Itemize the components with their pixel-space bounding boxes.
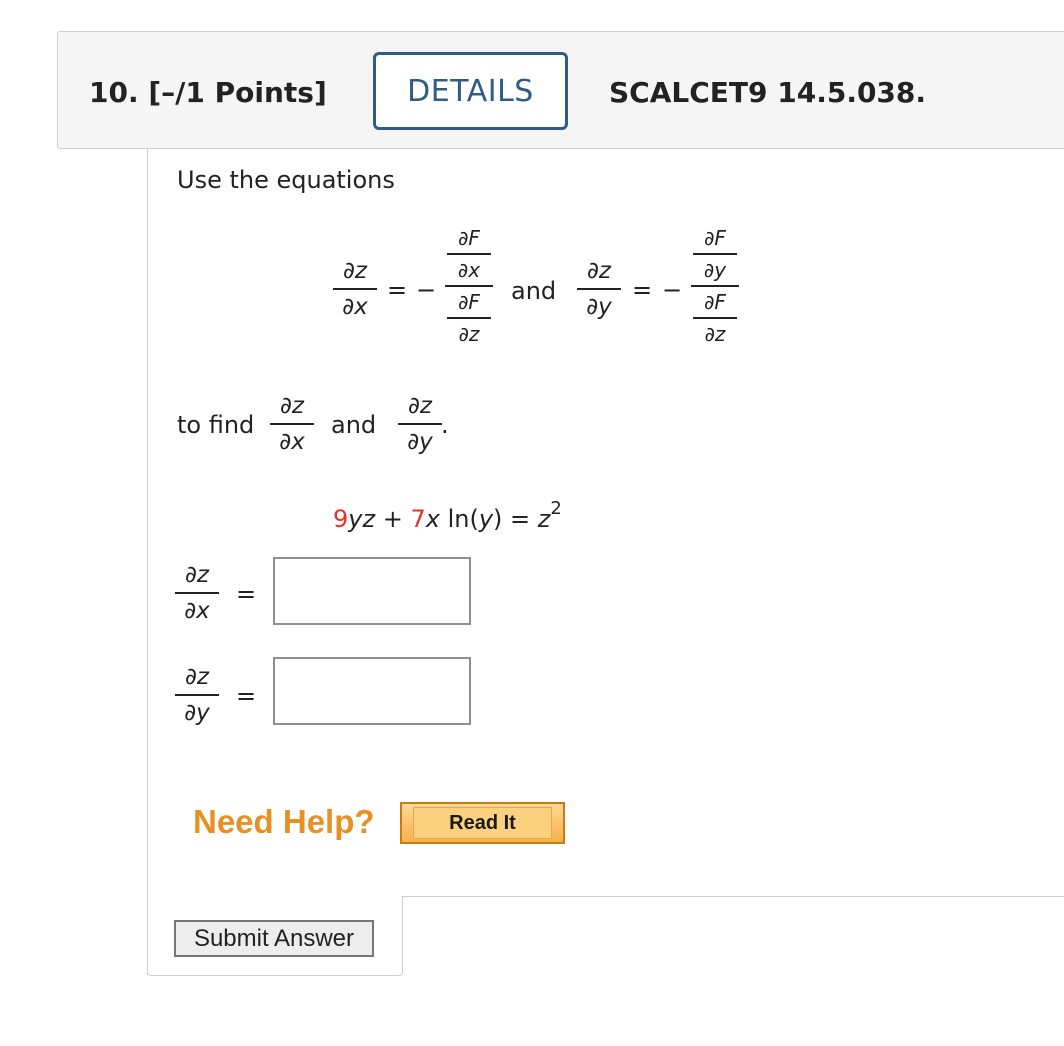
problem-code: SCALCET9 14.5.038. — [609, 76, 927, 109]
question-header: 10. [–/1 Points] DETAILS SCALCET9 14.5.0… — [57, 31, 1064, 149]
minus-sign: − — [416, 276, 437, 304]
points-label: [–/1 Points] — [148, 76, 327, 109]
to-find-dz-dx: ∂z ∂x — [270, 392, 314, 456]
need-help-label: Need Help? — [193, 803, 375, 840]
formula-dz-dy: ∂z ∂y — [577, 257, 621, 321]
answer-label-dz-dx: ∂z ∂x — [175, 561, 219, 625]
details-button[interactable]: DETAILS — [373, 52, 568, 130]
equals-sign: = — [632, 276, 653, 304]
and-word: and — [331, 411, 377, 439]
formula-dF-dx-over-dF-dz: ∂F ∂x ∂F ∂z — [445, 226, 493, 346]
equals-sign: = — [387, 276, 408, 304]
equals-sign: = — [236, 682, 257, 710]
given-equation: 9yz + 7x ln(y) = z2 — [333, 498, 562, 533]
formula-dz-dx: ∂z ∂x — [333, 257, 377, 321]
question-number: 10. — [89, 76, 139, 109]
dz-dy-answer-input[interactable] — [273, 657, 471, 725]
panel-divider — [402, 896, 1064, 897]
formula-dF-dy-over-dF-dz: ∂F ∂y ∂F ∂z — [691, 226, 739, 346]
question-number-points: 10. [–/1 Points] — [89, 76, 327, 109]
equals-sign: = — [236, 580, 257, 608]
submit-answer-button[interactable]: Submit Answer — [174, 920, 374, 957]
to-find-dz-dy: ∂z ∂y — [398, 392, 442, 456]
to-find-text: to find — [177, 411, 255, 439]
intro-text: Use the equations — [177, 166, 395, 194]
read-it-label: Read It — [413, 807, 552, 839]
answer-label-dz-dy: ∂z ∂y — [175, 663, 219, 727]
minus-sign: − — [662, 276, 683, 304]
dz-dx-answer-input[interactable] — [273, 557, 471, 625]
period: . — [441, 411, 449, 439]
read-it-button[interactable]: Read It — [400, 802, 565, 844]
and-word: and — [511, 277, 557, 305]
